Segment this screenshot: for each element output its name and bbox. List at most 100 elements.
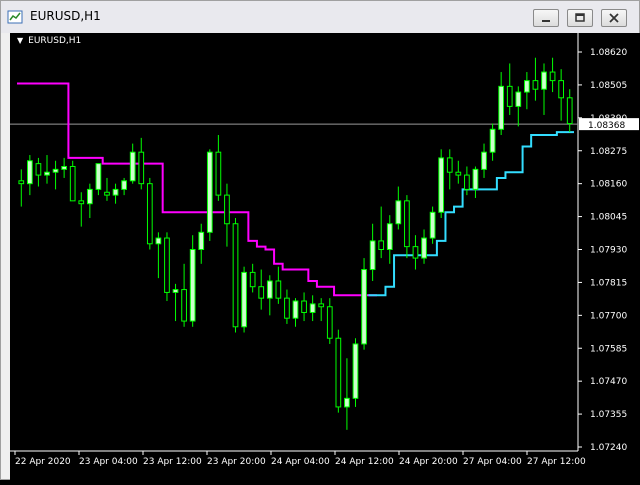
chart-canvas: 1.086201.085051.083901.082751.081601.080… xyxy=(10,33,639,467)
y-tick-label: 1.08160 xyxy=(590,180,627,190)
y-tick-label: 1.08275 xyxy=(590,147,627,157)
candle-body xyxy=(266,280,273,299)
close-button[interactable] xyxy=(601,9,627,27)
candle-body xyxy=(489,128,496,153)
y-tick-label: 1.07470 xyxy=(590,377,627,387)
candle-body xyxy=(515,91,522,107)
candle-body xyxy=(155,237,162,245)
candle-body xyxy=(566,97,573,125)
restore-button[interactable] xyxy=(567,9,593,27)
y-tick-label: 1.07815 xyxy=(590,278,627,288)
candle-body xyxy=(249,271,256,288)
x-tick-label: 23 Apr 20:00 xyxy=(207,457,266,467)
y-tick-label: 1.07355 xyxy=(590,410,627,420)
x-tick-label: 27 Apr 04:00 xyxy=(463,457,522,467)
candle-body xyxy=(558,80,565,99)
candle-body xyxy=(104,191,110,196)
candle-body xyxy=(69,165,76,202)
restore-icon xyxy=(575,13,585,22)
candle-body xyxy=(232,223,239,328)
x-tick-label: 24 Apr 12:00 xyxy=(335,457,394,467)
candle-body xyxy=(541,71,547,90)
candle-body xyxy=(378,240,385,250)
candle-body xyxy=(95,163,102,190)
candle-body xyxy=(344,397,350,408)
candle-body xyxy=(506,85,513,107)
candle-body xyxy=(429,211,436,239)
candle-body xyxy=(421,237,427,259)
dropdown-arrow-icon: ▼ xyxy=(17,36,24,45)
x-tick-label: 24 Apr 04:00 xyxy=(271,457,330,467)
x-tick-label: 22 Apr 2020 xyxy=(15,457,71,467)
current-price-label: 1.08368 xyxy=(588,121,625,131)
candle-body xyxy=(241,271,247,328)
candle-body xyxy=(44,171,50,176)
price-chart[interactable]: ▼EURUSD,H1 1.086201.085051.083901.082751… xyxy=(10,33,640,481)
candle-body xyxy=(138,151,145,185)
candle-body xyxy=(198,231,205,250)
minimize-icon xyxy=(542,20,550,22)
y-tick-label: 1.08620 xyxy=(590,48,627,58)
y-tick-label: 1.07585 xyxy=(590,344,627,354)
candle-body xyxy=(181,289,187,322)
candle-body xyxy=(129,151,136,182)
x-tick-label: 27 Apr 12:00 xyxy=(527,457,586,467)
candle-body xyxy=(481,151,487,170)
candle-body xyxy=(438,157,445,213)
candle-body xyxy=(292,300,299,319)
candle-body xyxy=(455,171,462,176)
candle-body xyxy=(224,194,230,225)
candle-body xyxy=(532,80,539,90)
candle-body xyxy=(386,223,393,251)
y-tick-label: 1.08505 xyxy=(590,81,627,91)
candle-body xyxy=(464,174,470,190)
candle-body xyxy=(61,165,67,170)
candle-body xyxy=(26,160,33,185)
window-titlebar[interactable]: EURUSD,H1 xyxy=(1,1,639,33)
y-tick-label: 1.07700 xyxy=(590,311,627,321)
candle-body xyxy=(284,297,290,319)
candle-body xyxy=(335,337,342,408)
candle-body xyxy=(326,306,333,339)
candle-body xyxy=(189,249,196,322)
candle-body xyxy=(18,180,25,185)
candle-body xyxy=(412,246,419,259)
candle-body xyxy=(301,300,307,313)
chart-symbol-label[interactable]: ▼ EURUSD,H1 xyxy=(17,36,81,46)
candle-body xyxy=(121,180,127,190)
minimize-button[interactable] xyxy=(533,9,559,27)
candle-body xyxy=(524,80,530,93)
x-tick-label: 23 Apr 04:00 xyxy=(79,457,138,467)
candle-body xyxy=(404,200,410,248)
candle-body xyxy=(361,269,367,345)
candle-body xyxy=(446,157,453,173)
candle-body xyxy=(258,286,265,299)
x-tick-label: 23 Apr 12:00 xyxy=(143,457,202,467)
app-chart-icon xyxy=(7,9,23,25)
candle-body xyxy=(498,85,505,130)
candle-body xyxy=(472,168,479,190)
y-tick-label: 1.07930 xyxy=(590,246,627,256)
candle-body xyxy=(78,200,85,205)
candle-body xyxy=(35,163,42,176)
candle-body xyxy=(395,200,402,225)
candle-body xyxy=(86,188,93,205)
candle-body xyxy=(549,71,556,82)
x-tick-label: 24 Apr 20:00 xyxy=(399,457,458,467)
candle-body xyxy=(172,289,179,293)
candle-body xyxy=(164,237,170,293)
chart-window: EURUSD,H1 ▼EURUSD,H1 1.08620 1.08505 1.083… xyxy=(0,0,640,481)
candle-body xyxy=(146,183,153,245)
candle-body xyxy=(52,168,59,173)
candle-body xyxy=(318,303,325,308)
candle-body xyxy=(206,151,213,233)
candle-body xyxy=(309,303,316,313)
candle-body xyxy=(369,240,376,271)
y-tick-label: 1.07240 xyxy=(590,443,627,453)
candle-body xyxy=(112,188,119,196)
candle-body xyxy=(215,151,222,196)
close-icon xyxy=(609,13,619,23)
candle-body xyxy=(275,280,282,299)
y-tick-label: 1.08045 xyxy=(590,213,627,223)
candle-body xyxy=(352,343,359,399)
